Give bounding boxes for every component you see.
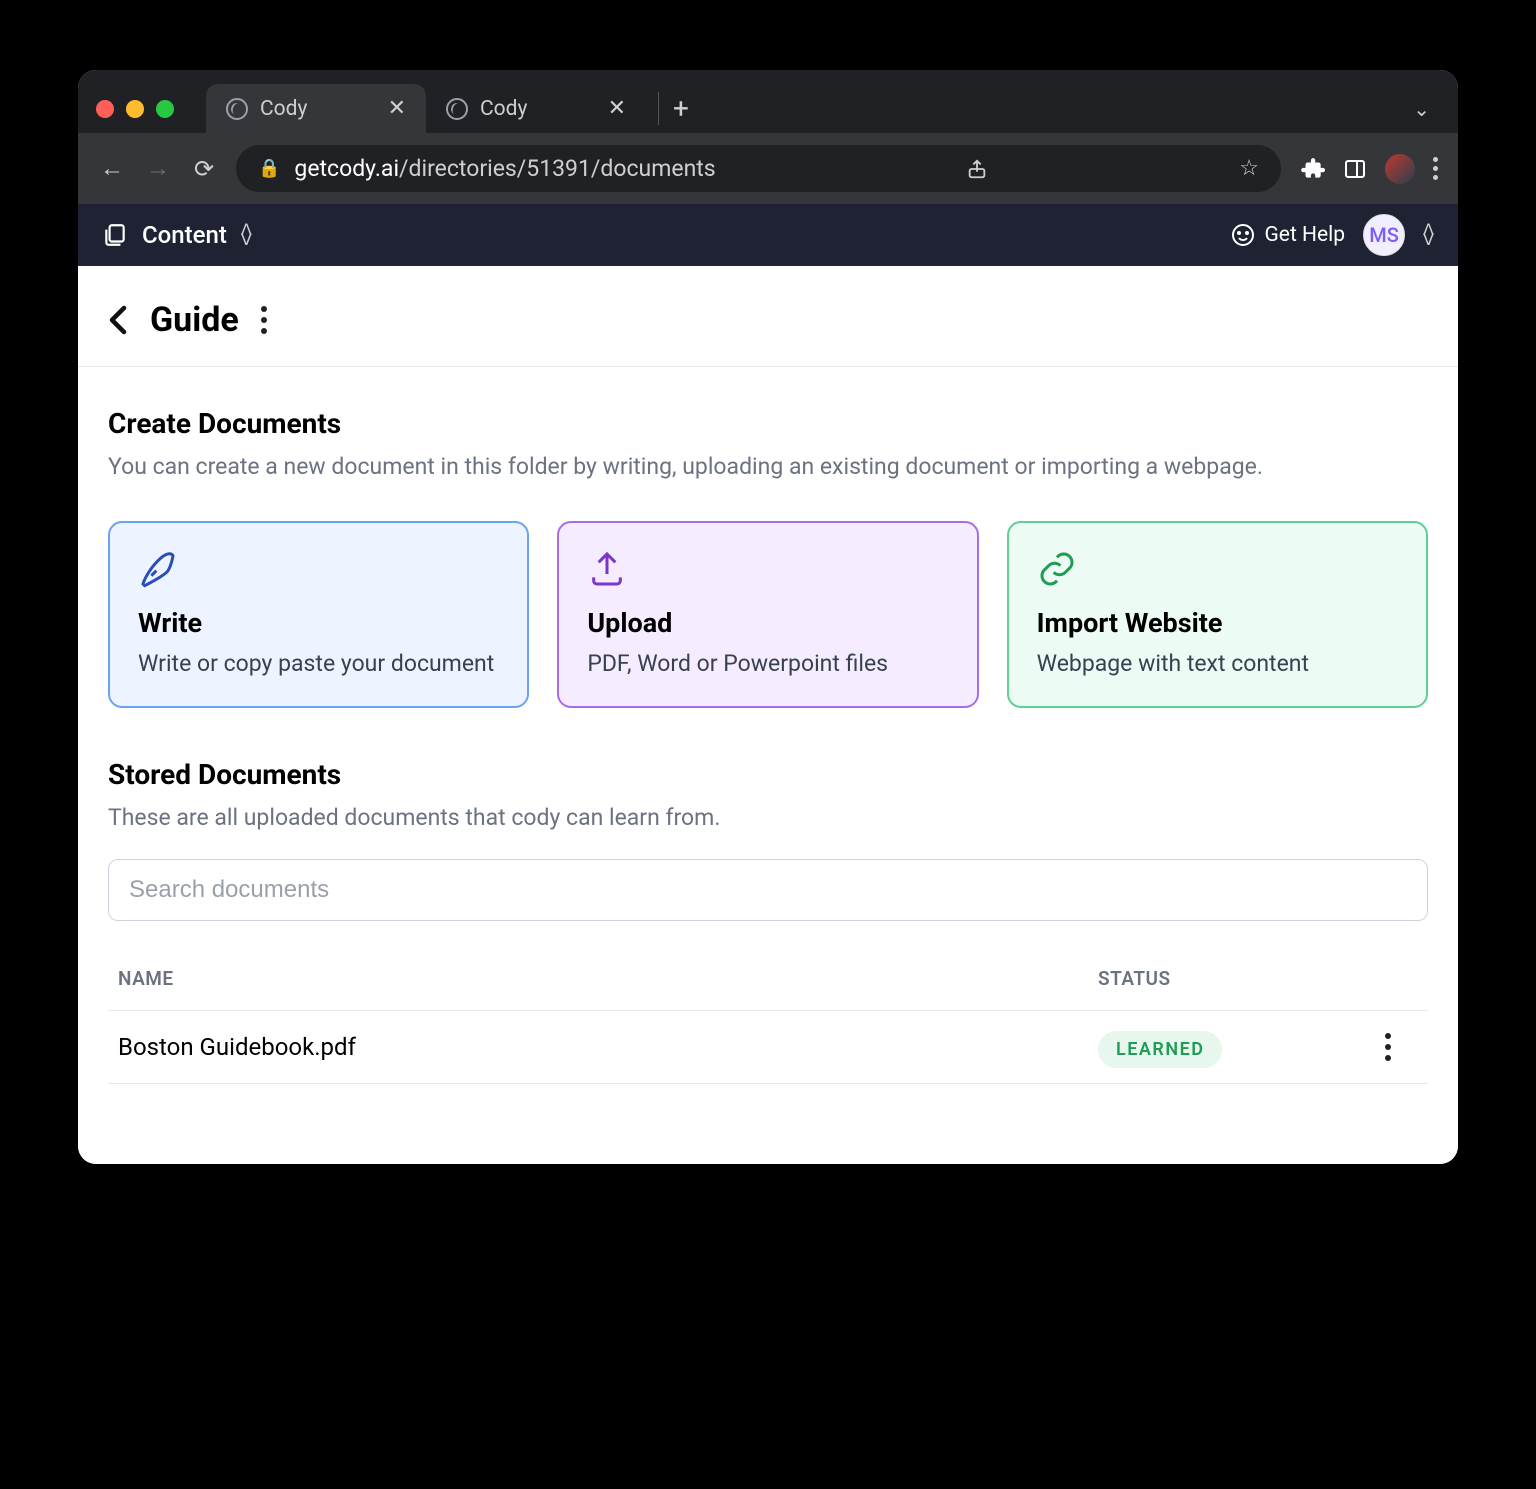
document-name: Boston Guidebook.pdf bbox=[118, 1033, 1098, 1061]
maximize-window-button[interactable] bbox=[156, 100, 174, 118]
chevrons-updown-icon: ᐱᐯ bbox=[241, 225, 252, 244]
app-top-bar: Content ᐱᐯ Get Help MS ᐱᐯ bbox=[78, 204, 1458, 266]
chevrons-updown-icon[interactable]: ᐱᐯ bbox=[1423, 225, 1434, 244]
page-header: Guide bbox=[78, 266, 1458, 367]
status-badge: LEARNED bbox=[1098, 1031, 1222, 1068]
globe-icon bbox=[446, 98, 468, 120]
link-icon bbox=[1037, 549, 1398, 591]
close-window-button[interactable] bbox=[96, 100, 114, 118]
card-title: Write bbox=[138, 607, 499, 639]
toolbar: ← → ⟳ 🔒 getcody.ai/directories/51391/doc… bbox=[78, 133, 1458, 204]
browser-window: Cody ✕ Cody ✕ + ⌄ ← → ⟳ 🔒 getcody.ai/dir… bbox=[78, 70, 1458, 1164]
section-title: Stored Documents bbox=[108, 758, 1428, 791]
pen-icon bbox=[138, 549, 499, 591]
column-status: STATUS bbox=[1098, 967, 1358, 990]
tabs: Cody ✕ Cody ✕ + ⌄ bbox=[206, 84, 1440, 133]
tab-title: Cody bbox=[260, 97, 307, 121]
globe-icon bbox=[226, 98, 248, 120]
lock-icon: 🔒 bbox=[258, 158, 280, 179]
page-content: Guide Create Documents You can create a … bbox=[78, 266, 1458, 1164]
help-icon bbox=[1231, 223, 1255, 247]
forward-button[interactable]: → bbox=[144, 154, 172, 183]
search-input[interactable] bbox=[108, 859, 1428, 921]
card-title: Import Website bbox=[1037, 607, 1398, 639]
back-button[interactable]: ← bbox=[98, 154, 126, 183]
close-tab-icon[interactable]: ✕ bbox=[608, 96, 626, 121]
back-chevron-icon[interactable] bbox=[108, 305, 128, 335]
import-website-card[interactable]: Import Website Webpage with text content bbox=[1007, 521, 1428, 708]
card-desc: Write or copy paste your document bbox=[138, 647, 499, 680]
create-options: Write Write or copy paste your document … bbox=[78, 495, 1458, 718]
card-desc: PDF, Word or Powerpoint files bbox=[587, 647, 948, 680]
share-icon[interactable] bbox=[966, 158, 988, 180]
card-desc: Webpage with text content bbox=[1037, 647, 1398, 680]
close-tab-icon[interactable]: ✕ bbox=[388, 96, 406, 121]
write-card[interactable]: Write Write or copy paste your document bbox=[108, 521, 529, 708]
app-section-label: Content bbox=[142, 221, 227, 249]
table-row[interactable]: Boston Guidebook.pdf LEARNED bbox=[108, 1011, 1428, 1084]
table-header: NAME STATUS bbox=[108, 947, 1428, 1011]
user-avatar[interactable]: MS bbox=[1363, 214, 1405, 256]
stored-documents-section: Stored Documents These are all uploaded … bbox=[78, 718, 1458, 846]
document-status: LEARNED bbox=[1098, 1033, 1358, 1061]
browser-menu-icon[interactable] bbox=[1433, 157, 1438, 180]
extensions-icon[interactable] bbox=[1299, 156, 1325, 182]
column-name: NAME bbox=[118, 967, 1098, 990]
tabs-overflow-icon[interactable]: ⌄ bbox=[1413, 97, 1430, 121]
reload-button[interactable]: ⟳ bbox=[190, 155, 218, 183]
documents-table: NAME STATUS Boston Guidebook.pdf LEARNED bbox=[78, 921, 1458, 1164]
bookmark-icon[interactable]: ☆ bbox=[1239, 156, 1259, 181]
app-nav-dropdown[interactable]: Content ᐱᐯ bbox=[102, 221, 252, 249]
page-menu-button[interactable] bbox=[261, 306, 267, 334]
address-bar[interactable]: 🔒 getcody.ai/directories/51391/documents… bbox=[236, 145, 1281, 192]
search-wrap bbox=[78, 845, 1458, 921]
section-title: Create Documents bbox=[108, 407, 1428, 440]
create-documents-section: Create Documents You can create a new do… bbox=[78, 367, 1458, 495]
upload-card[interactable]: Upload PDF, Word or Powerpoint files bbox=[557, 521, 978, 708]
window-controls bbox=[96, 100, 174, 118]
browser-tab-active[interactable]: Cody ✕ bbox=[206, 84, 426, 133]
section-subtitle: These are all uploaded documents that co… bbox=[108, 801, 1428, 836]
sidepanel-icon[interactable] bbox=[1343, 157, 1367, 181]
get-help-button[interactable]: Get Help bbox=[1231, 223, 1346, 247]
browser-chrome: Cody ✕ Cody ✕ + ⌄ ← → ⟳ 🔒 getcody.ai/dir… bbox=[78, 70, 1458, 204]
minimize-window-button[interactable] bbox=[126, 100, 144, 118]
new-tab-button[interactable]: + bbox=[658, 92, 703, 125]
help-label: Get Help bbox=[1265, 223, 1346, 247]
url-text: getcody.ai/directories/51391/documents bbox=[294, 155, 715, 182]
section-subtitle: You can create a new document in this fo… bbox=[108, 450, 1428, 485]
content-icon bbox=[102, 222, 128, 248]
tab-title: Cody bbox=[480, 97, 527, 121]
row-actions-button[interactable] bbox=[1358, 1033, 1418, 1061]
tab-strip: Cody ✕ Cody ✕ + ⌄ bbox=[78, 70, 1458, 133]
card-title: Upload bbox=[587, 607, 948, 639]
profile-avatar[interactable] bbox=[1385, 154, 1415, 184]
upload-icon bbox=[587, 549, 948, 591]
browser-tab[interactable]: Cody ✕ bbox=[426, 84, 646, 133]
page-title: Guide bbox=[150, 300, 239, 340]
